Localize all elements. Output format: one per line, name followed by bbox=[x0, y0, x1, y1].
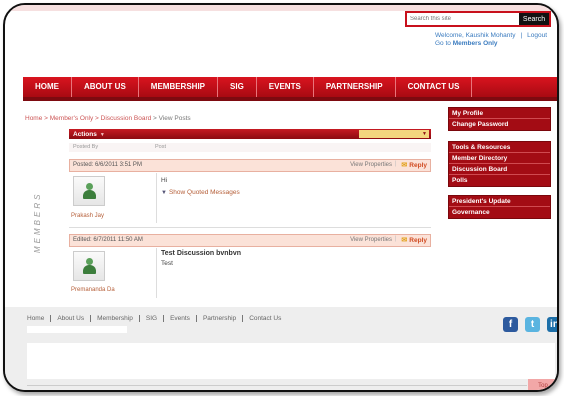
search-button[interactable]: Search bbox=[519, 13, 549, 25]
user-icon bbox=[82, 258, 96, 274]
footer-panel bbox=[27, 343, 555, 379]
go-prefix: Go to bbox=[435, 40, 453, 47]
sidebar-group-tools: Tools & Resources Member Directory Discu… bbox=[448, 141, 551, 187]
footer-link-events[interactable]: Events bbox=[163, 315, 196, 322]
nav-events[interactable]: EVENTS bbox=[257, 77, 314, 97]
post-date: Edited: 6/7/2011 11:50 AM bbox=[73, 237, 143, 243]
post-separator bbox=[69, 227, 431, 228]
browser-frame: Search Welcome, Kaushik Mohanty | Logout G… bbox=[3, 3, 559, 392]
members-only-link[interactable]: Members Only bbox=[453, 40, 498, 47]
footer-links: Home About Us Membership SIG Events Part… bbox=[27, 315, 287, 322]
nav-partnership[interactable]: PARTNERSHIP bbox=[314, 77, 396, 97]
post-date: Posted: 6/6/2011 3:51 PM bbox=[73, 162, 142, 168]
welcome-area: Welcome, Kaushik Mohanty | Logout Go to Me… bbox=[435, 32, 547, 48]
footer-link-sig[interactable]: SIG bbox=[138, 315, 163, 322]
reply-button[interactable]: ✉ Reply bbox=[401, 161, 427, 169]
expand-icon: ▼ bbox=[161, 190, 167, 196]
post-title: Test Discussion bvnbvn bbox=[161, 250, 241, 257]
sidebar-item-tools-resources[interactable]: Tools & Resources bbox=[449, 142, 550, 153]
actions-menu[interactable]: Actions ▼ bbox=[73, 131, 105, 138]
sidebar-item-my-profile[interactable]: My Profile bbox=[449, 108, 550, 119]
search-box: Search bbox=[405, 11, 551, 27]
column-header-row: Posted By Post bbox=[69, 143, 431, 152]
post-header: Posted: 6/6/2011 3:51 PM View Properties… bbox=[69, 159, 431, 172]
divider: | bbox=[394, 161, 396, 167]
user-name-link[interactable]: Kaushik Mohanty bbox=[466, 32, 516, 39]
reply-button[interactable]: ✉ Reply bbox=[401, 236, 427, 244]
divider: | bbox=[394, 236, 396, 242]
chevron-down-icon: ▼ bbox=[422, 131, 427, 137]
members-side-label: MEMBERS bbox=[33, 191, 42, 253]
linkedin-icon[interactable]: in bbox=[547, 317, 557, 332]
avatar bbox=[73, 176, 105, 206]
post-author[interactable]: Prakash Jay bbox=[71, 213, 104, 219]
sidebar-item-presidents-update[interactable]: President's Update bbox=[449, 196, 550, 207]
column-posted-by: Posted By bbox=[73, 144, 99, 150]
footer-link-partnership[interactable]: Partnership bbox=[195, 315, 242, 322]
sidebar-item-member-directory[interactable]: Member Directory bbox=[449, 153, 550, 164]
facebook-icon[interactable]: f bbox=[503, 317, 518, 332]
nav-contact-us[interactable]: CONTACT US bbox=[396, 77, 473, 97]
search-input[interactable] bbox=[407, 13, 519, 25]
view-properties-link[interactable]: View Properties bbox=[350, 162, 392, 168]
avatar bbox=[73, 251, 105, 281]
twitter-icon[interactable]: t bbox=[525, 317, 540, 332]
nav-membership[interactable]: MEMBERSHIP bbox=[139, 77, 219, 97]
sidebar-item-governance[interactable]: Governance bbox=[449, 207, 550, 218]
actions-caret-icon: ▼ bbox=[99, 131, 105, 138]
footer-bar bbox=[27, 326, 127, 333]
view-properties-link[interactable]: View Properties bbox=[350, 237, 392, 243]
post-author[interactable]: Premananda Da bbox=[71, 287, 115, 293]
show-quoted-link[interactable]: ▼ Show Quoted Messages bbox=[161, 189, 240, 196]
nav-home[interactable]: HOME bbox=[23, 77, 72, 97]
nav-underline bbox=[23, 97, 557, 101]
sidebar-group-profile: My Profile Change Password bbox=[448, 107, 551, 131]
post-body: Hi bbox=[161, 177, 168, 184]
column-divider bbox=[156, 248, 157, 298]
nav-sig[interactable]: SIG bbox=[218, 77, 257, 97]
breadcrumb: Home > Member's Only > Discussion Board … bbox=[25, 115, 191, 122]
post-header: Edited: 6/7/2011 11:50 AM View Propertie… bbox=[69, 234, 431, 247]
footer-divider bbox=[27, 385, 527, 386]
footer-link-membership[interactable]: Membership bbox=[90, 315, 139, 322]
main-nav: HOME ABOUT US MEMBERSHIP SIG EVENTS PART… bbox=[23, 77, 557, 97]
reply-icon: ✉ bbox=[401, 162, 408, 169]
user-icon bbox=[82, 183, 96, 199]
actions-bar: Actions ▼ ▼ bbox=[69, 129, 431, 139]
footer-link-about-us[interactable]: About Us bbox=[50, 315, 90, 322]
reply-icon: ✉ bbox=[401, 237, 408, 244]
welcome-prefix: Welcome, bbox=[435, 32, 466, 39]
view-select[interactable]: ▼ bbox=[359, 130, 429, 138]
breadcrumb-current: > View Posts bbox=[153, 115, 191, 122]
sidebar-item-change-password[interactable]: Change Password bbox=[449, 119, 550, 130]
footer-link-contact-us[interactable]: Contact Us bbox=[242, 315, 287, 322]
logout-link[interactable]: Logout bbox=[527, 32, 547, 39]
column-divider bbox=[156, 173, 157, 223]
sidebar-group-governance: President's Update Governance bbox=[448, 195, 551, 219]
nav-about-us[interactable]: ABOUT US bbox=[72, 77, 139, 97]
back-to-top-button[interactable]: Top bbox=[528, 379, 557, 390]
footer: Home About Us Membership SIG Events Part… bbox=[5, 307, 557, 390]
column-post: Post bbox=[155, 144, 167, 150]
sidebar-item-polls[interactable]: Polls bbox=[449, 175, 550, 186]
separator: | bbox=[520, 32, 523, 39]
footer-link-home[interactable]: Home bbox=[27, 315, 50, 322]
post-body: Test bbox=[161, 260, 173, 267]
sidebar-item-discussion-board[interactable]: Discussion Board bbox=[449, 164, 550, 175]
breadcrumb-path[interactable]: Home > Member's Only > Discussion Board bbox=[25, 115, 151, 122]
